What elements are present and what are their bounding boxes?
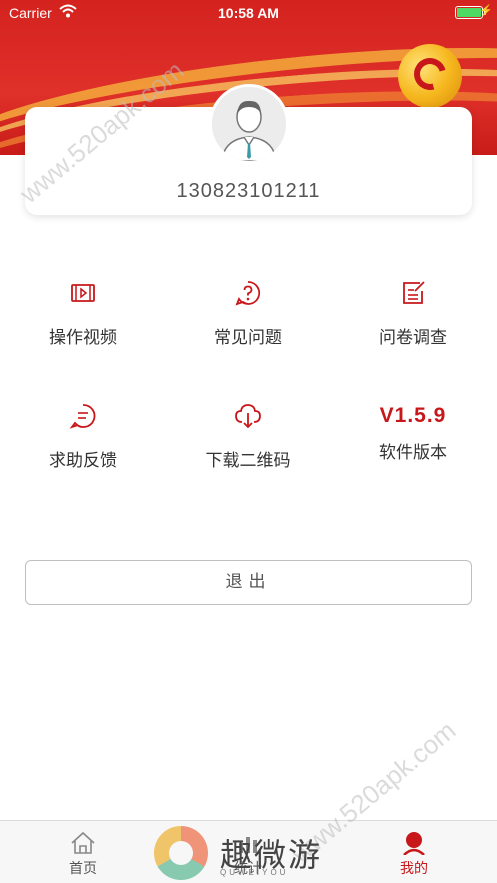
menu-item-video[interactable]: 操作视频 <box>8 279 158 348</box>
cloud-download-icon <box>235 404 261 429</box>
user-phone-number: 130823101211 <box>176 180 321 202</box>
video-icon <box>71 284 95 302</box>
app-screen: Carrier 10:58 AM ⚡ 130823101211 操作视频 常见问… <box>0 0 497 883</box>
party-emblem-icon <box>398 44 462 108</box>
menu-item-version[interactable]: V1.5.9 软件版本 <box>338 402 488 463</box>
version-label: 软件版本 <box>379 443 447 463</box>
menu-item-label: 操作视频 <box>49 328 117 348</box>
brand-logo-watermark: 趣微游 QUWEIYOU <box>154 826 354 880</box>
tab-label: 我的 <box>400 861 428 877</box>
tab-label: 首页 <box>69 861 97 877</box>
menu-item-survey[interactable]: 问卷调查 <box>338 279 488 348</box>
tab-mine[interactable]: 我的 <box>364 821 464 883</box>
status-time: 10:58 AM <box>218 5 279 21</box>
menu-item-qrcode-download[interactable]: 下载二维码 <box>173 402 323 471</box>
brand-mark-icon <box>154 826 208 880</box>
menu-item-label: 问卷调查 <box>379 328 447 348</box>
status-bar: Carrier 10:58 AM ⚡ <box>0 0 497 26</box>
avatar[interactable] <box>209 84 289 164</box>
menu-item-feedback[interactable]: 求助反馈 <box>8 402 158 471</box>
home-icon <box>71 831 95 854</box>
menu-item-faq[interactable]: 常见问题 <box>173 279 323 348</box>
edit-note-icon <box>403 281 425 304</box>
menu-item-label: 下载二维码 <box>205 451 291 471</box>
chat-bubble-icon <box>69 404 96 429</box>
help-circle-icon <box>235 281 261 306</box>
logout-button[interactable]: 退出 <box>25 560 472 605</box>
charging-icon: ⚡ <box>479 5 493 17</box>
brand-subtitle: QUWEIYOU <box>220 868 289 877</box>
tab-home[interactable]: 首页 <box>33 821 133 883</box>
avatar-person-icon <box>212 87 286 161</box>
version-number: V1.5.9 <box>379 404 447 427</box>
menu-item-label: 常见问题 <box>214 328 282 348</box>
menu-item-label: 求助反馈 <box>49 451 117 471</box>
user-icon <box>403 832 425 855</box>
